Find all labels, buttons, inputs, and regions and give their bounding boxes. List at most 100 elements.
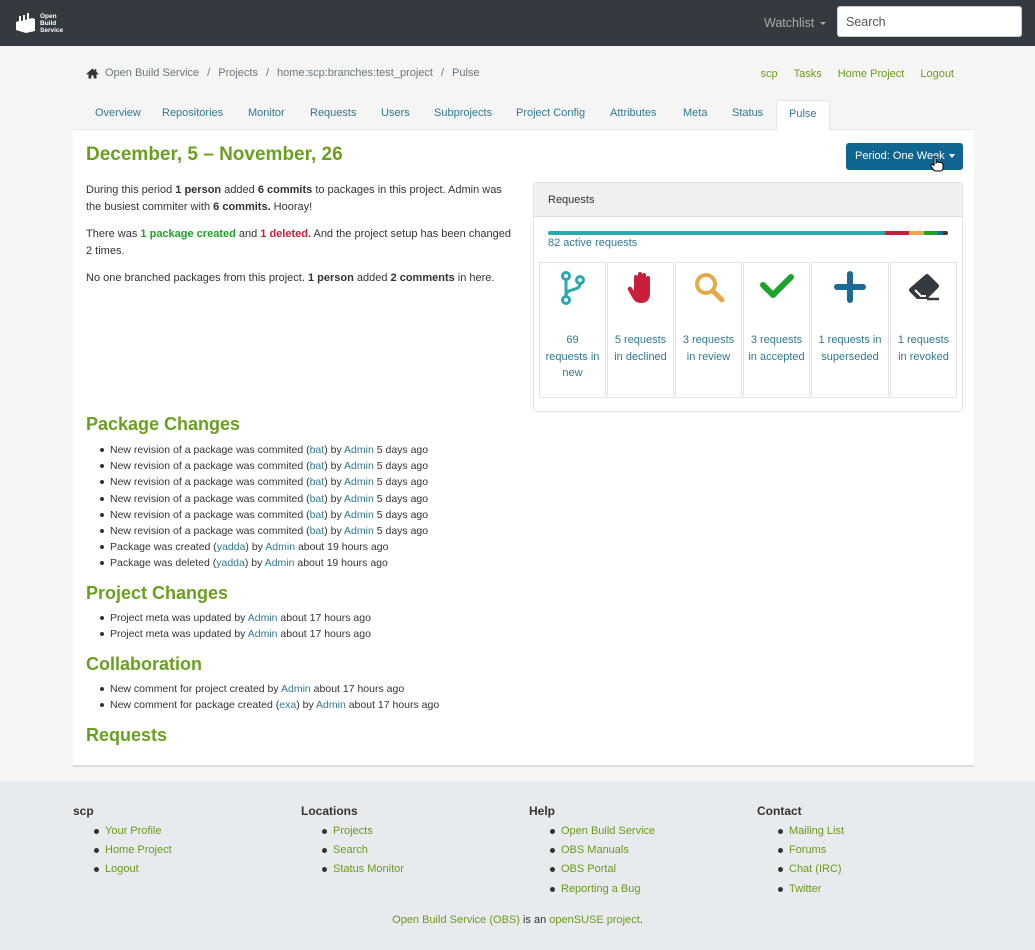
package-link[interactable]: bat: [310, 444, 325, 456]
tab-pulse[interactable]: Pulse: [776, 100, 830, 131]
footer-link-forums[interactable]: Forums: [789, 844, 826, 856]
footer-link-logout[interactable]: Logout: [105, 863, 139, 875]
watchlist-dropdown[interactable]: Watchlist: [764, 16, 827, 30]
event-item: New revision of a package was commited (…: [99, 474, 428, 490]
event-item: New comment for package created (exa) by…: [99, 697, 440, 713]
tab-requests[interactable]: Requests: [310, 107, 356, 119]
package-link[interactable]: bat: [310, 476, 325, 488]
event-time: about 17 hours ago: [345, 699, 440, 712]
active-requests-link[interactable]: 82 active requests: [548, 237, 637, 249]
footer-credits: Open Build Service (OBS) is an openSUSE …: [392, 914, 643, 926]
footer-link-status-monitor[interactable]: Status Monitor: [333, 863, 404, 875]
request-tile-declined[interactable]: 5 requests in declined: [607, 262, 674, 398]
tab-status[interactable]: Status: [732, 107, 763, 119]
summary-comments: No one branched packages from this proje…: [86, 272, 495, 284]
footer-link-reporting-bug[interactable]: Reporting a Bug: [561, 883, 641, 895]
user-link-tasks[interactable]: Tasks: [794, 68, 822, 80]
user-link[interactable]: Admin: [281, 683, 311, 695]
tab-users[interactable]: Users: [381, 107, 410, 119]
package-link[interactable]: bat: [310, 493, 325, 505]
tab-subprojects[interactable]: Subprojects: [434, 107, 492, 119]
breadcrumb-item-projects[interactable]: Projects: [218, 67, 258, 79]
request-tile-new[interactable]: 69 requests in new: [539, 262, 606, 398]
section-title-requests: Requests: [86, 725, 168, 745]
package-link[interactable]: bat: [310, 460, 325, 472]
footer-column-user: scp Your Profile Home Project Logout: [73, 804, 172, 880]
tab-meta[interactable]: Meta: [683, 107, 707, 119]
user-link[interactable]: Admin: [344, 525, 374, 537]
tab-attributes[interactable]: Attributes: [610, 107, 656, 119]
event-item: New revision of a package was commited (…: [99, 458, 428, 474]
event-item: New revision of a package was commited (…: [99, 523, 429, 539]
plus-icon: [834, 271, 866, 303]
user-link[interactable]: Admin: [248, 628, 278, 640]
project-changes-list: Project meta was updated by Admin about …: [100, 610, 371, 642]
user-link[interactable]: Admin: [344, 460, 374, 472]
footer-link-obs-home[interactable]: Open Build Service (OBS): [392, 914, 520, 926]
user-link[interactable]: Admin: [248, 612, 278, 624]
breadcrumb-item-project[interactable]: home:scp:branches:test_project: [277, 67, 433, 79]
summary-packages: There was 1 package created and 1 delete…: [86, 228, 512, 257]
event-time: 5 days ago: [373, 492, 429, 505]
top-navbar: Open Build Service Watchlist: [0, 0, 1035, 46]
event-item: New comment for project created by Admin…: [99, 681, 439, 697]
package-link[interactable]: exa: [279, 699, 296, 711]
check-icon: [759, 274, 794, 298]
request-tile-review[interactable]: 3 requests in review: [675, 262, 742, 398]
user-link-home-project[interactable]: Home Project: [838, 68, 905, 80]
footer-link-chat-irc[interactable]: Chat (IRC): [789, 863, 842, 875]
caret-down-icon: [948, 154, 955, 159]
event-time: 5 days ago: [373, 525, 429, 538]
breadcrumb-item-obs[interactable]: Open Build Service: [105, 67, 199, 79]
event-item: New revision of a package was commited (…: [99, 442, 429, 458]
footer-link-opensuse[interactable]: openSUSE project: [549, 914, 640, 926]
footer-link-obs-portal[interactable]: OBS Portal: [561, 863, 616, 875]
user-link-scp[interactable]: scp: [760, 68, 777, 80]
tab-overview[interactable]: Overview: [95, 107, 141, 119]
tab-monitor[interactable]: Monitor: [248, 107, 285, 119]
event-time: about 19 hours ago: [295, 541, 389, 554]
progress-segment-declined: [884, 231, 909, 235]
footer-link-mailing-list[interactable]: Mailing List: [789, 825, 844, 837]
requests-card-header: Requests: [534, 183, 962, 217]
footer-link-projects[interactable]: Projects: [333, 825, 373, 837]
request-state-tiles: 69 requests in new 5 requests in decline…: [539, 262, 957, 398]
user-link-logout[interactable]: Logout: [920, 68, 954, 80]
footer-link-twitter[interactable]: Twitter: [789, 883, 821, 895]
footer-link-your-profile[interactable]: Your Profile: [105, 825, 161, 837]
event-time: about 19 hours ago: [294, 557, 388, 570]
search-input[interactable]: [837, 6, 1022, 37]
package-link[interactable]: bat: [310, 509, 325, 521]
obs-logo[interactable]: Open Build Service: [14, 12, 63, 34]
package-link[interactable]: yadda: [217, 541, 246, 553]
tab-project-config[interactable]: Project Config: [516, 107, 585, 119]
user-link[interactable]: Admin: [344, 509, 374, 521]
factory-logo-icon: [16, 13, 35, 33]
project-tabs: Overview Repositories Monitor Requests U…: [73, 96, 974, 131]
request-tile-accepted[interactable]: 3 requests in accepted: [743, 262, 810, 398]
user-link[interactable]: Admin: [265, 557, 295, 569]
home-icon: [86, 68, 99, 78]
user-link[interactable]: Admin: [344, 476, 374, 488]
package-link[interactable]: bat: [310, 525, 325, 537]
package-changes-list: New revision of a package was commited (…: [99, 442, 429, 572]
footer-link-home-project[interactable]: Home Project: [105, 844, 172, 856]
logo-text-line: Service: [40, 26, 64, 34]
user-link[interactable]: Admin: [316, 699, 346, 711]
package-link[interactable]: yadda: [216, 557, 245, 569]
event-time: 5 days ago: [373, 444, 429, 456]
period-dropdown-button[interactable]: Period: One Week: [846, 143, 963, 170]
request-tile-label: 3 requests in accepted: [748, 334, 805, 363]
request-tile-superseded[interactable]: 1 requests in superseded: [811, 262, 889, 398]
tab-repositories[interactable]: Repositories: [162, 107, 223, 119]
footer-link-search[interactable]: Search: [333, 844, 368, 856]
footer-link-obs[interactable]: Open Build Service: [561, 825, 655, 837]
footer-link-obs-manuals[interactable]: OBS Manuals: [561, 844, 629, 856]
event-item: Project meta was updated by Admin about …: [100, 626, 371, 642]
user-link[interactable]: Admin: [344, 493, 374, 505]
section-title-package-changes: Package Changes: [86, 414, 241, 434]
user-link[interactable]: Admin: [344, 444, 374, 456]
user-link[interactable]: Admin: [265, 541, 295, 553]
request-tile-revoked[interactable]: 1 requests in revoked: [890, 262, 957, 398]
progress-segment-review: [908, 231, 924, 235]
